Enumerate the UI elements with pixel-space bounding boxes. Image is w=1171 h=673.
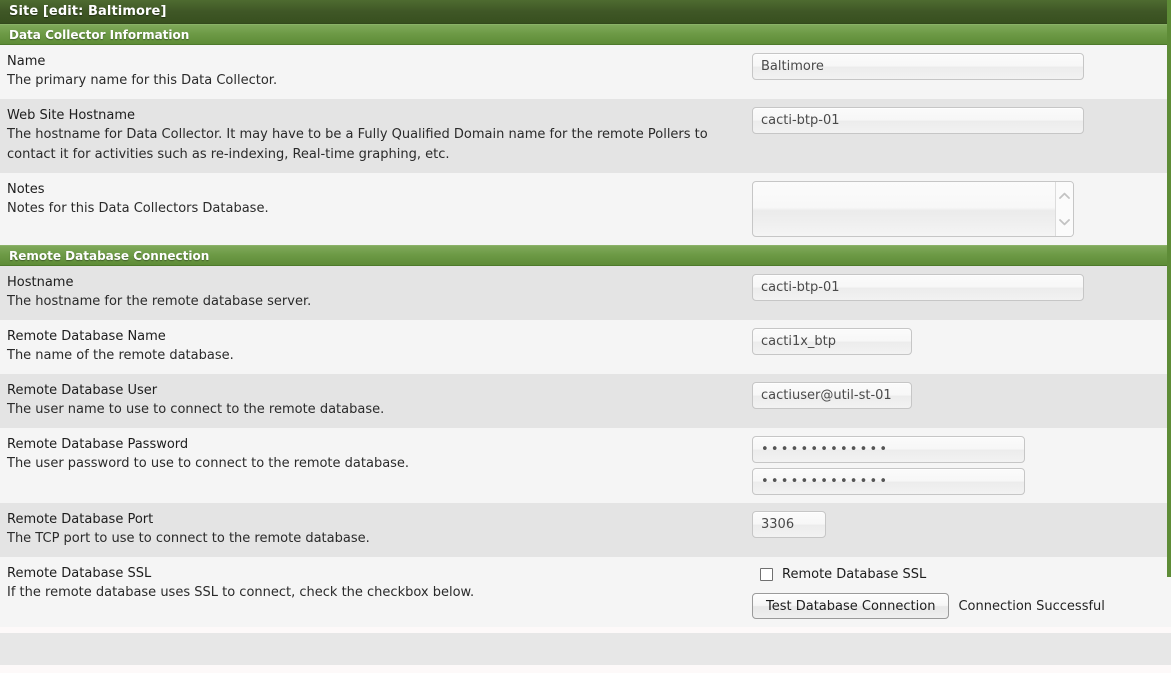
form-row-control-area: [752, 99, 1171, 142]
remote-database-user-input[interactable]: [752, 382, 912, 409]
notes-textarea[interactable]: [752, 181, 1074, 237]
form-row-remote-database-ssl: Remote Database SSL If the remote databa…: [0, 557, 1171, 627]
form-row-control-area: [752, 320, 1171, 363]
field-description: If the remote database uses SSL to conne…: [7, 585, 475, 600]
page-title: Site [edit: Baltimore]: [9, 4, 167, 19]
remote-database-ssl-checkbox-row[interactable]: Remote Database SSL: [760, 567, 926, 582]
form-row-control-area: Remote Database SSL Test Database Connec…: [752, 557, 1171, 627]
field-description: The user password to use to connect to t…: [7, 456, 410, 471]
form-row-label-area: Web Site Hostname The hostname for Data …: [0, 99, 752, 173]
connection-status-text: Connection Successful: [958, 598, 1105, 614]
page-right-edge-accent: [1167, 0, 1171, 577]
field-label: Remote Database Port: [7, 512, 154, 527]
form-row-control-area: [752, 374, 1171, 417]
name-input[interactable]: [752, 53, 1084, 80]
window-title-bar: Site [edit: Baltimore]: [0, 0, 1171, 24]
form-row-label-area: Name The primary name for this Data Coll…: [0, 45, 752, 99]
section-title: Remote Database Connection: [9, 248, 210, 263]
section-header-remote-database-connection: Remote Database Connection: [0, 245, 1171, 266]
site-edit-page: Site [edit: Baltimore] Data Collector In…: [0, 0, 1171, 673]
form-row-label-area: Remote Database SSL If the remote databa…: [0, 557, 752, 611]
form-row-remote-database-port: Remote Database Port The TCP port to use…: [0, 503, 1171, 557]
form-row-control-area: [752, 173, 1171, 245]
field-description: The hostname for Data Collector. It may …: [7, 127, 708, 162]
remote-database-port-input[interactable]: [752, 511, 826, 538]
remote-database-password-confirm-input[interactable]: [752, 468, 1025, 495]
field-label: Remote Database SSL: [7, 566, 152, 581]
notes-scrollbar[interactable]: [1055, 182, 1073, 236]
test-connection-row: Test Database Connection Connection Succ…: [752, 593, 1105, 619]
form-row-control-area: [752, 428, 1171, 503]
field-label: Web Site Hostname: [7, 108, 136, 123]
form-row-control-area: [752, 503, 1171, 546]
field-label: Remote Database Name: [7, 329, 166, 344]
footer-tail: [0, 665, 1171, 673]
field-label: Notes: [7, 182, 45, 197]
field-label: Name: [7, 54, 46, 69]
field-description: The user name to use to connect to the r…: [7, 402, 385, 417]
field-label: Hostname: [7, 275, 74, 290]
remote-database-name-input[interactable]: [752, 328, 912, 355]
form-row-label-area: Hostname The hostname for the remote dat…: [0, 266, 752, 320]
field-description: The name of the remote database.: [7, 348, 234, 363]
section-header-data-collector-information: Data Collector Information: [0, 24, 1171, 45]
chevron-up-icon[interactable]: [1059, 192, 1070, 199]
footer-action-bar: [0, 633, 1171, 665]
form-row-control-area: [752, 266, 1171, 309]
hostname-input[interactable]: [752, 274, 1084, 301]
form-row-hostname: Hostname The hostname for the remote dat…: [0, 266, 1171, 320]
field-label: Remote Database Password: [7, 437, 189, 452]
form-row-name: Name The primary name for this Data Coll…: [0, 45, 1171, 99]
chevron-down-icon[interactable]: [1059, 219, 1070, 226]
web-site-hostname-input[interactable]: [752, 107, 1084, 134]
form-row-label-area: Remote Database Password The user passwo…: [0, 428, 752, 482]
form-row-web-site-hostname: Web Site Hostname The hostname for Data …: [0, 99, 1171, 173]
remote-database-ssl-checkbox[interactable]: [760, 568, 773, 581]
form-row-control-area: [752, 45, 1171, 88]
form-row-label-area: Remote Database Name The name of the rem…: [0, 320, 752, 374]
notes-textarea-wrapper: [752, 181, 1074, 237]
remote-database-ssl-checkbox-label: Remote Database SSL: [782, 567, 927, 582]
form-row-label-area: Remote Database User The user name to us…: [0, 374, 752, 428]
form-row-remote-database-user: Remote Database User The user name to us…: [0, 374, 1171, 428]
form-row-remote-database-password: Remote Database Password The user passwo…: [0, 428, 1171, 503]
field-description: The hostname for the remote database ser…: [7, 294, 312, 309]
field-description: Notes for this Data Collectors Database.: [7, 201, 269, 216]
form-row-remote-database-name: Remote Database Name The name of the rem…: [0, 320, 1171, 374]
form-row-notes: Notes Notes for this Data Collectors Dat…: [0, 173, 1171, 245]
field-description: The primary name for this Data Collector…: [7, 73, 278, 88]
section-title: Data Collector Information: [9, 27, 190, 42]
remote-database-password-input[interactable]: [752, 436, 1025, 463]
field-description: The TCP port to use to connect to the re…: [7, 531, 370, 546]
form-row-label-area: Notes Notes for this Data Collectors Dat…: [0, 173, 752, 227]
field-label: Remote Database User: [7, 383, 158, 398]
form-row-label-area: Remote Database Port The TCP port to use…: [0, 503, 752, 557]
test-database-connection-button[interactable]: Test Database Connection: [752, 593, 950, 619]
